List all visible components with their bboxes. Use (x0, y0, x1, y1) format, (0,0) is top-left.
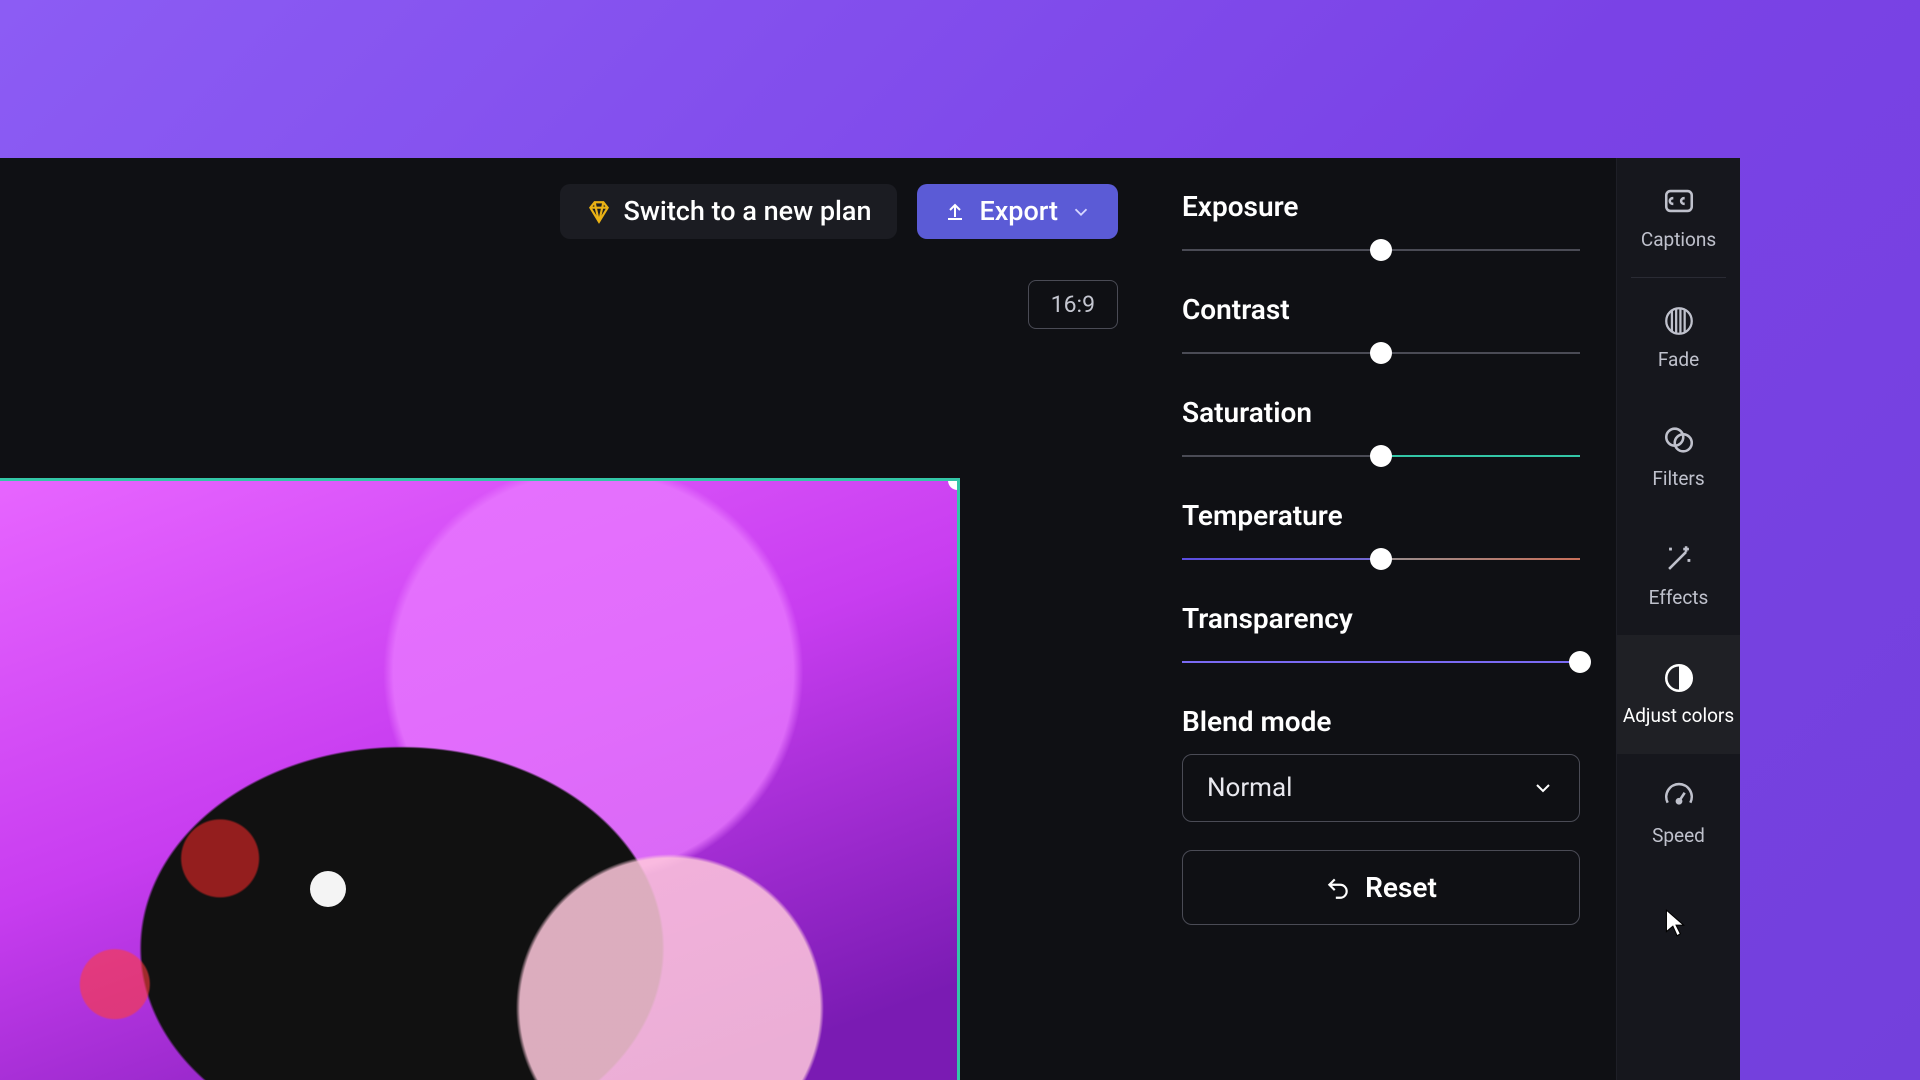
slider-label-transparency: Transparency (1182, 602, 1580, 635)
slider-label-contrast: Contrast (1182, 293, 1580, 326)
fade-icon (1662, 304, 1696, 338)
rail-label: Effects (1649, 586, 1709, 609)
rail-item-adjust-colors[interactable]: Adjust colors (1617, 635, 1740, 754)
speedometer-icon (1662, 780, 1696, 814)
rail-item-fade[interactable]: Fade (1617, 278, 1740, 397)
rail-label: Speed (1652, 824, 1705, 847)
slider-exposure[interactable] (1182, 233, 1580, 267)
captions-icon (1662, 184, 1696, 218)
slider-contrast[interactable] (1182, 336, 1580, 370)
rail-item-filters[interactable]: Filters (1617, 397, 1740, 516)
undo-icon (1325, 875, 1351, 901)
slider-transparency[interactable] (1182, 645, 1580, 679)
rail-item-captions[interactable]: Captions (1617, 158, 1740, 277)
app-window: Switch to a new plan Export 16:9 E (0, 158, 1740, 1080)
reset-button[interactable]: Reset (1182, 850, 1580, 925)
slider-label-temperature: Temperature (1182, 499, 1580, 532)
rail-label: Adjust colors (1623, 705, 1734, 728)
top-toolbar: Switch to a new plan Export (560, 184, 1118, 239)
blend-mode-label: Blend mode (1182, 705, 1580, 738)
upload-icon (943, 200, 967, 224)
rail-label: Filters (1652, 467, 1704, 490)
magic-wand-icon (1662, 542, 1696, 576)
export-label: Export (979, 198, 1058, 225)
main-column: Switch to a new plan Export 16:9 (0, 158, 1146, 1080)
switch-plan-button[interactable]: Switch to a new plan (560, 184, 898, 239)
rail-label: Captions (1641, 228, 1716, 251)
video-preview[interactable] (0, 478, 960, 1080)
chevron-down-icon (1531, 776, 1555, 800)
rail-item-effects[interactable]: Effects (1617, 516, 1740, 635)
slider-saturation[interactable] (1182, 439, 1580, 473)
adjust-colors-icon (1662, 661, 1696, 695)
aspect-ratio-value: 16:9 (1051, 291, 1095, 318)
diamond-icon (586, 199, 612, 225)
export-button[interactable]: Export (917, 184, 1118, 239)
slider-temperature[interactable] (1182, 542, 1580, 576)
slider-label-saturation: Saturation (1182, 396, 1580, 429)
video-frame (0, 481, 957, 1080)
blend-mode-select[interactable]: Normal (1182, 754, 1580, 822)
switch-plan-label: Switch to a new plan (624, 198, 872, 225)
right-rail: Captions Fade Filters Effects (1616, 158, 1740, 1080)
blend-mode-value: Normal (1207, 773, 1292, 803)
reset-label: Reset (1365, 871, 1437, 904)
adjust-colors-panel: Exposure Contrast Saturation Temperature… (1146, 158, 1616, 1080)
xbox-logo-icon (310, 871, 346, 907)
rail-item-speed[interactable]: Speed (1617, 754, 1740, 873)
slider-label-exposure: Exposure (1182, 190, 1580, 223)
aspect-ratio-selector[interactable]: 16:9 (1028, 280, 1118, 329)
filters-icon (1662, 423, 1696, 457)
chevron-down-icon (1070, 201, 1092, 223)
rail-label: Fade (1658, 348, 1699, 371)
